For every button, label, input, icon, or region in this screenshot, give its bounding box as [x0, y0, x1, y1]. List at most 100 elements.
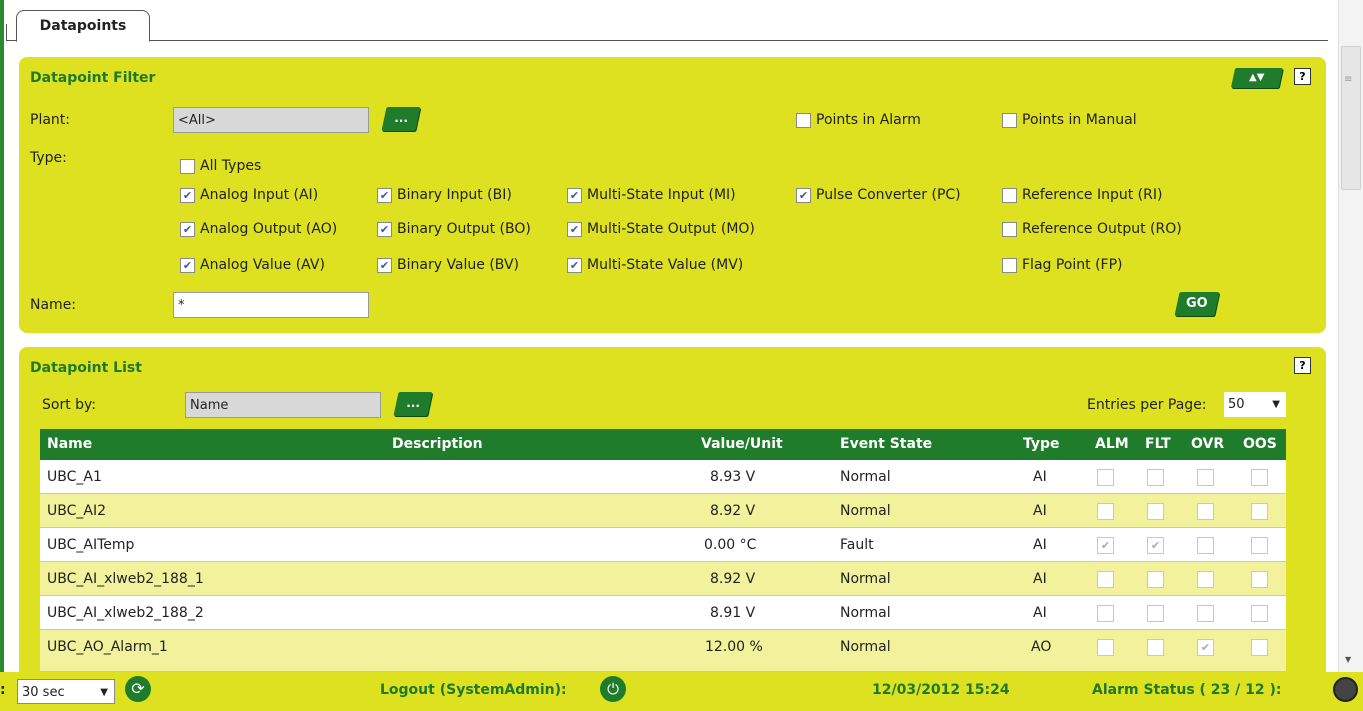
row-value: 0.00 °C [704, 537, 757, 553]
sort-by-field[interactable]: Name [185, 392, 381, 418]
checkbox-box[interactable] [1002, 112, 1017, 128]
ovr-checkmark-icon: ✔ [1197, 639, 1214, 656]
type-bv-checkbox[interactable]: ✔ Binary Value (BV) [377, 257, 519, 273]
refresh-interval-select[interactable]: 30 sec ▼ [17, 679, 115, 704]
alm-checkbox [1097, 469, 1114, 486]
points-in-manual-checkbox[interactable]: Points in Manual [1002, 112, 1137, 128]
table-row[interactable]: UBC_A1 8.93 V Normal AI [40, 460, 1286, 494]
refresh-prefix: : [0, 682, 6, 698]
filter-help-icon[interactable]: ? [1294, 68, 1311, 85]
refresh-icon[interactable]: ⟳ [125, 676, 151, 702]
row-type: AO [1031, 639, 1052, 655]
type-av-checkbox[interactable]: ✔ Analog Value (AV) [180, 257, 325, 273]
checkmark-icon[interactable]: ✔ [567, 187, 582, 203]
alm-checkbox [1097, 605, 1114, 622]
name-input[interactable]: * [173, 292, 369, 318]
go-button[interactable]: GO [1174, 292, 1220, 316]
row-name[interactable]: UBC_AITemp [47, 528, 134, 562]
logout-label[interactable]: Logout (SystemAdmin): [380, 682, 567, 698]
row-event-state: Normal [840, 639, 891, 655]
tab-datapoints[interactable]: Datapoints [16, 10, 150, 42]
type-fp-checkbox[interactable]: Flag Point (FP) [1002, 257, 1123, 273]
sort-by-label: Sort by: [42, 397, 97, 413]
col-name[interactable]: Name [47, 429, 92, 460]
checkmark-icon[interactable]: ✔ [180, 187, 195, 203]
type-mo-label: Multi-State Output (MO) [587, 221, 755, 237]
row-name[interactable]: UBC_AI_xlweb2_188_2 [47, 596, 204, 630]
checkmark-icon[interactable]: ✔ [377, 221, 392, 237]
alm-checkbox [1097, 503, 1114, 520]
type-mv-checkbox[interactable]: ✔ Multi-State Value (MV) [567, 257, 743, 273]
flt-checkbox [1147, 639, 1164, 656]
alarm-status[interactable]: Alarm Status ( 23 / 12 ): [1092, 682, 1282, 698]
row-name[interactable]: UBC_A1 [47, 460, 102, 494]
table-row[interactable]: UBC_AI_xlweb2_188_2 8.91 V Normal AI [40, 596, 1286, 630]
col-oos[interactable]: OOS [1243, 429, 1277, 460]
checkmark-icon[interactable]: ✔ [180, 257, 195, 273]
row-name[interactable]: UBC_AI2 [47, 494, 106, 528]
col-event-state[interactable]: Event State [840, 429, 932, 460]
col-description[interactable]: Description [392, 429, 483, 460]
type-ai-label: Analog Input (AI) [200, 187, 319, 203]
checkmark-icon[interactable]: ✔ [377, 187, 392, 203]
type-ao-label: Analog Output (AO) [200, 221, 338, 237]
col-type[interactable]: Type [1023, 429, 1060, 460]
plant-field[interactable]: <All> [173, 107, 369, 133]
all-types-checkbox[interactable]: All Types [180, 158, 261, 174]
row-event-state: Fault [840, 537, 874, 553]
col-flt[interactable]: FLT [1145, 429, 1171, 460]
type-bi-checkbox[interactable]: ✔ Binary Input (BI) [377, 187, 512, 203]
table-row[interactable]: UBC_AI_xlweb2_188_1 8.92 V Normal AI [40, 562, 1286, 596]
col-ovr[interactable]: OVR [1191, 429, 1224, 460]
col-alm[interactable]: ALM [1095, 429, 1129, 460]
type-pc-checkbox[interactable]: ✔ Pulse Converter (PC) [796, 187, 961, 203]
checkmark-icon[interactable]: ✔ [180, 221, 195, 237]
row-name[interactable]: UBC_AO_Alarm_1 [47, 630, 168, 664]
type-ro-checkbox[interactable]: Reference Output (RO) [1002, 221, 1182, 237]
plant-browse-button[interactable]: ... [381, 107, 421, 131]
type-mi-checkbox[interactable]: ✔ Multi-State Input (MI) [567, 187, 736, 203]
table-row[interactable]: UBC_AO_Alarm_1 12.00 % Normal AO ✔ [40, 630, 1286, 672]
list-help-icon[interactable]: ? [1294, 357, 1311, 374]
type-mv-label: Multi-State Value (MV) [587, 257, 744, 273]
checkbox-box[interactable] [180, 158, 195, 174]
type-ao-checkbox[interactable]: ✔ Analog Output (AO) [180, 221, 337, 237]
type-bv-label: Binary Value (BV) [397, 257, 520, 273]
table-row[interactable]: UBC_AI2 8.92 V Normal AI [40, 494, 1286, 528]
browse-label: ... [406, 396, 421, 410]
type-ai-checkbox[interactable]: ✔ Analog Input (AI) [180, 187, 318, 203]
scroll-down-arrow-icon[interactable]: ▼ [1345, 655, 1351, 664]
flt-checkbox [1147, 571, 1164, 588]
row-type: AI [1033, 503, 1047, 519]
checkmark-icon[interactable]: ✔ [796, 187, 811, 203]
checkbox-box[interactable] [1002, 221, 1017, 237]
row-name[interactable]: UBC_AI_xlweb2_188_1 [47, 562, 204, 596]
alm-checkbox [1097, 639, 1114, 656]
checkbox-box[interactable] [796, 112, 811, 128]
col-value[interactable]: Value/Unit [701, 429, 783, 460]
type-mo-checkbox[interactable]: ✔ Multi-State Output (MO) [567, 221, 755, 237]
collapse-button[interactable]: ▲▼ [1230, 68, 1284, 88]
collapse-icon: ▲▼ [1249, 72, 1265, 83]
power-icon[interactable]: ⏻ [600, 676, 626, 702]
entries-per-page-select[interactable]: 50 ▼ [1224, 392, 1286, 417]
checkbox-box[interactable] [1002, 257, 1017, 273]
checkbox-box[interactable] [1002, 187, 1017, 203]
scrollbar-thumb[interactable] [1341, 46, 1361, 190]
table-row[interactable]: UBC_AITemp 0.00 °C Fault AI ✔ ✔ [40, 528, 1286, 562]
points-in-alarm-checkbox[interactable]: Points in Alarm [796, 112, 921, 128]
sort-browse-button[interactable]: ... [393, 392, 433, 416]
chevron-down-icon: ▼ [1272, 399, 1280, 410]
checkmark-icon[interactable]: ✔ [567, 221, 582, 237]
type-ri-checkbox[interactable]: Reference Input (RI) [1002, 187, 1162, 203]
type-bo-checkbox[interactable]: ✔ Binary Output (BO) [377, 221, 531, 237]
row-event-state: Normal [840, 469, 891, 485]
alarm-indicator-icon[interactable] [1333, 677, 1358, 702]
type-fp-label: Flag Point (FP) [1022, 257, 1123, 273]
oos-checkbox [1251, 503, 1268, 520]
oos-checkbox [1251, 537, 1268, 554]
checkmark-icon[interactable]: ✔ [567, 257, 582, 273]
checkmark-icon[interactable]: ✔ [377, 257, 392, 273]
row-type: AI [1033, 571, 1047, 587]
flt-checkbox [1147, 469, 1164, 486]
